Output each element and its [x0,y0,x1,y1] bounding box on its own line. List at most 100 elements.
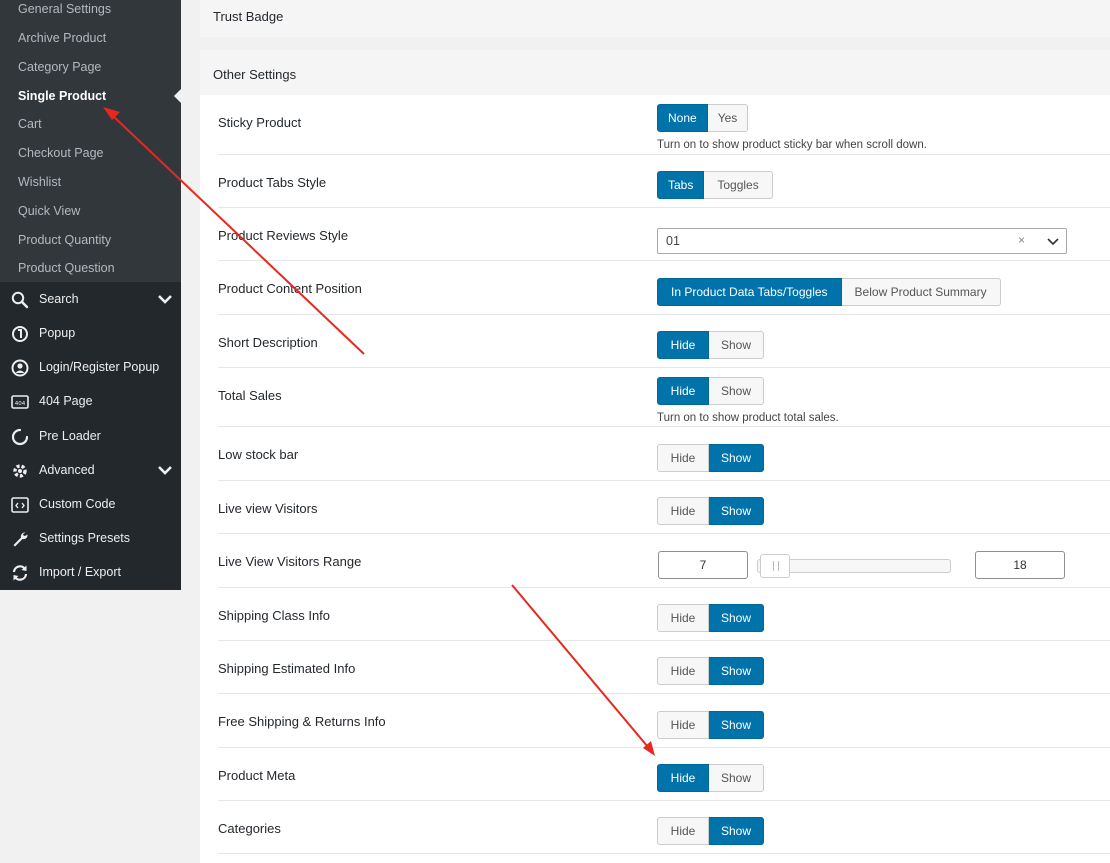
setting-row-sticky-product: Sticky Product None Yes Turn on to show … [218,95,1110,155]
range-slider-handle[interactable] [760,554,790,578]
option-hide[interactable]: Hide [657,764,709,792]
option-tabs[interactable]: Tabs [657,171,705,199]
menu-item-custom-code[interactable]: Custom Code [0,487,181,521]
submenu-item-archive-product[interactable]: Archive Product [18,31,106,45]
option-show[interactable]: Show [709,764,764,792]
gear-icon [13,464,27,478]
clear-selection-icon[interactable]: × [1018,233,1025,247]
menu-item-search[interactable]: Search [0,282,181,316]
setting-row-product-meta: Product Meta Hide Show [218,748,1110,801]
setting-label: Free Shipping & Returns Info [218,714,386,729]
setting-label: Total Sales [218,388,282,403]
sync-icon [12,565,28,581]
menu-item-import-export[interactable]: Import / Export [0,555,181,589]
setting-label: Product Content Position [218,281,362,296]
submenu-item-product-quantity[interactable]: Product Quantity [18,233,111,247]
setting-description: Turn on to show product sticky bar when … [657,139,927,151]
setting-row-categories: Categories Hide Show [218,801,1110,854]
shipping-estimated-info-toggle: Hide Show [657,657,764,685]
chevron-down-icon[interactable] [157,464,173,476]
setting-row-product-content-position: Product Content Position In Product Data… [218,261,1110,315]
submenu-item-product-question[interactable]: Product Question [18,261,115,275]
svg-text:404: 404 [15,401,26,407]
option-show[interactable]: Show [709,657,764,685]
option-show[interactable]: Show [709,444,764,472]
option-show[interactable]: Show [709,711,764,739]
sticky-product-toggle: None Yes [657,104,749,132]
option-show[interactable]: Show [709,331,764,359]
menu-label: Search [39,292,79,306]
submenu-item-category-page[interactable]: Category Page [18,60,101,74]
selected-value: 01 [666,234,680,248]
range-min-input[interactable]: 7 [658,551,748,579]
menu-label: Login/Register Popup [39,360,160,374]
user-circle-icon [11,359,29,377]
categories-toggle: Hide Show [657,817,764,845]
option-show[interactable]: Show [709,497,764,525]
menu-item-login-register-popup[interactable]: Login/Register Popup [0,350,181,384]
setting-label: Product Meta [218,768,296,783]
submenu-item-cart[interactable]: Cart [18,117,42,131]
menu-item-settings-presets[interactable]: Settings Presets [0,521,181,555]
option-hide[interactable]: Hide [657,497,709,525]
option-hide[interactable]: Hide [657,331,709,359]
current-page-pointer [174,89,181,103]
shipping-class-info-toggle: Hide Show [657,604,764,632]
option-show[interactable]: Show [709,377,764,405]
chevron-down-icon[interactable] [1047,237,1059,247]
range-max-input[interactable]: 18 [975,551,1065,579]
section-other-settings[interactable]: Other Settings [200,50,1110,95]
setting-row-short-description: Short Description Hide Show [218,315,1110,368]
option-yes[interactable]: Yes [707,104,749,132]
option-show[interactable]: Show [709,817,764,845]
setting-row-live-view-visitors: Live view Visitors Hide Show [218,481,1110,534]
menu-item-404-page[interactable]: 404 404 Page [0,384,181,418]
chevron-down-icon[interactable] [157,293,173,305]
setting-label: Product Tabs Style [218,175,327,190]
live-view-visitors-toggle: Hide Show [657,497,764,525]
option-below-product-summary[interactable]: Below Product Summary [841,278,1001,306]
menu-item-popup[interactable]: Popup [0,316,181,350]
menu-item-advanced[interactable]: Advanced [0,453,181,487]
section-title: Other Settings [213,67,297,82]
main-content: Trust Badge Other Settings Sticky Produc… [181,0,1110,863]
setting-description: Turn on to show product total sales. [657,412,839,424]
menu-label: Custom Code [39,497,116,511]
setting-row-live-view-visitors-range: Live View Visitors Range 7 18 [218,534,1110,588]
submenu-item-single-product[interactable]: Single Product [18,89,106,103]
setting-label: Low stock bar [218,447,299,462]
submenu-item-general-settings[interactable]: General Settings [18,2,111,16]
option-toggles[interactable]: Toggles [704,171,773,199]
menu-item-pre-loader[interactable]: Pre Loader [0,419,181,453]
section-trust-badge[interactable]: Trust Badge [200,0,1110,37]
option-hide[interactable]: Hide [657,604,709,632]
setting-label: Shipping Estimated Info [218,661,356,676]
product-reviews-style-select[interactable]: 01 × [657,228,1067,254]
option-hide[interactable]: Hide [657,444,709,472]
setting-label: Live View Visitors Range [218,554,362,569]
section-title: Trust Badge [213,9,284,24]
option-none[interactable]: None [657,104,708,132]
popup-icon [12,326,28,342]
setting-row-product-tabs-style: Product Tabs Style Tabs Toggles [218,155,1110,208]
range-slider-track[interactable] [757,554,951,578]
setting-row-product-reviews-style: Product Reviews Style 01 × [218,208,1110,261]
setting-label: Categories [218,821,281,836]
option-in-product-data-tabs[interactable]: In Product Data Tabs/Toggles [657,278,842,306]
spinner-icon [11,428,29,446]
short-description-toggle: Hide Show [657,331,764,359]
option-hide[interactable]: Hide [657,711,709,739]
option-hide[interactable]: Hide [657,377,709,405]
option-hide[interactable]: Hide [657,817,709,845]
option-hide[interactable]: Hide [657,657,709,685]
setting-row-shipping-estimated-info: Shipping Estimated Info Hide Show [218,641,1110,694]
menu-label: 404 Page [39,394,93,408]
menu-label: Advanced [39,463,95,477]
code-icon [11,497,29,513]
submenu-item-quick-view[interactable]: Quick View [18,204,80,218]
submenu-item-checkout-page[interactable]: Checkout Page [18,146,103,160]
settings-panel: Sticky Product None Yes Turn on to show … [200,95,1110,863]
option-show[interactable]: Show [709,604,764,632]
submenu-item-wishlist[interactable]: Wishlist [18,175,61,189]
product-content-position-toggle: In Product Data Tabs/Toggles Below Produ… [657,278,1001,306]
